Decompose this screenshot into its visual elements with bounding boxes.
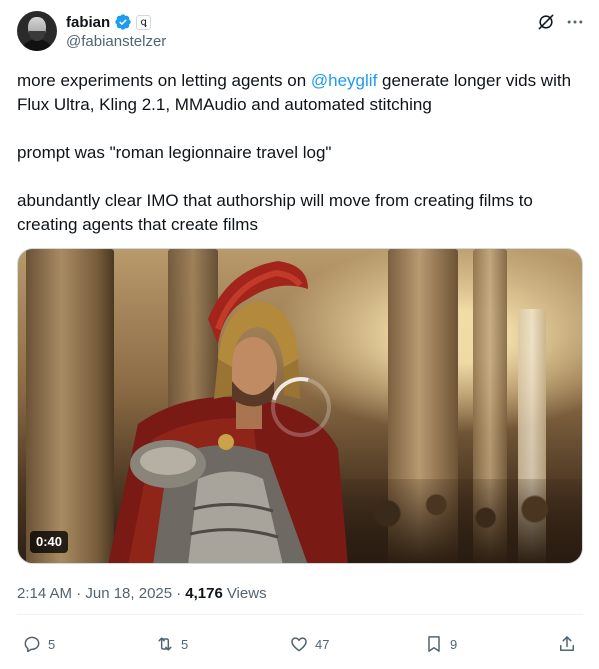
bookmark-button[interactable]: 9 <box>424 634 457 654</box>
affiliate-badge-icon[interactable]: ꝗ <box>136 14 152 30</box>
reply-count: 5 <box>48 636 56 652</box>
author-name-row: fabian ꝗ <box>66 12 152 32</box>
tweet-text: more experiments on letting agents on @h… <box>17 69 583 237</box>
mention-link[interactable]: @heyglif <box>311 71 377 90</box>
avatar[interactable] <box>17 11 57 51</box>
video-duration: 0:40 <box>30 531 69 553</box>
reply-icon <box>24 636 40 653</box>
tweet-paragraph-3: abundantly clear IMO that authorship wil… <box>17 191 533 234</box>
tweet-paragraph-2: prompt was "roman legionnaire travel log… <box>17 143 332 162</box>
divider <box>17 614 583 615</box>
timestamp[interactable]: 2:14 AM · Jun 18, 2025 · <box>17 585 181 602</box>
repost-icon <box>158 637 172 651</box>
tweet-text-segment: more experiments on letting agents on <box>17 71 311 90</box>
tweet: fabian ꝗ @fabianstelzer more experiments… <box>0 0 599 669</box>
tweet-paragraph-1: more experiments on letting agents on @h… <box>17 69 583 117</box>
repost-count: 5 <box>181 636 189 652</box>
video-player[interactable]: 0:40 <box>17 248 583 564</box>
views-label: Views <box>226 584 267 602</box>
bookmark-count: 9 <box>450 636 458 652</box>
more-icon[interactable] <box>565 12 585 32</box>
views-count: 4,176 <box>185 584 223 602</box>
author-handle[interactable]: @fabianstelzer <box>66 33 166 50</box>
display-name[interactable]: fabian <box>66 14 110 31</box>
bookmark-icon <box>428 636 440 652</box>
share-button[interactable] <box>557 634 577 654</box>
grok-icon[interactable] <box>536 12 556 32</box>
heart-icon <box>291 637 307 652</box>
verified-badge-icon[interactable] <box>114 13 132 31</box>
tweet-meta: 2:14 AM · Jun 18, 2025 · 4,176 Views <box>17 583 267 603</box>
share-icon <box>560 636 574 651</box>
like-count: 47 <box>315 636 330 652</box>
like-button[interactable]: 47 <box>289 634 329 654</box>
repost-button[interactable]: 5 <box>155 634 188 654</box>
reply-button[interactable]: 5 <box>22 634 55 654</box>
